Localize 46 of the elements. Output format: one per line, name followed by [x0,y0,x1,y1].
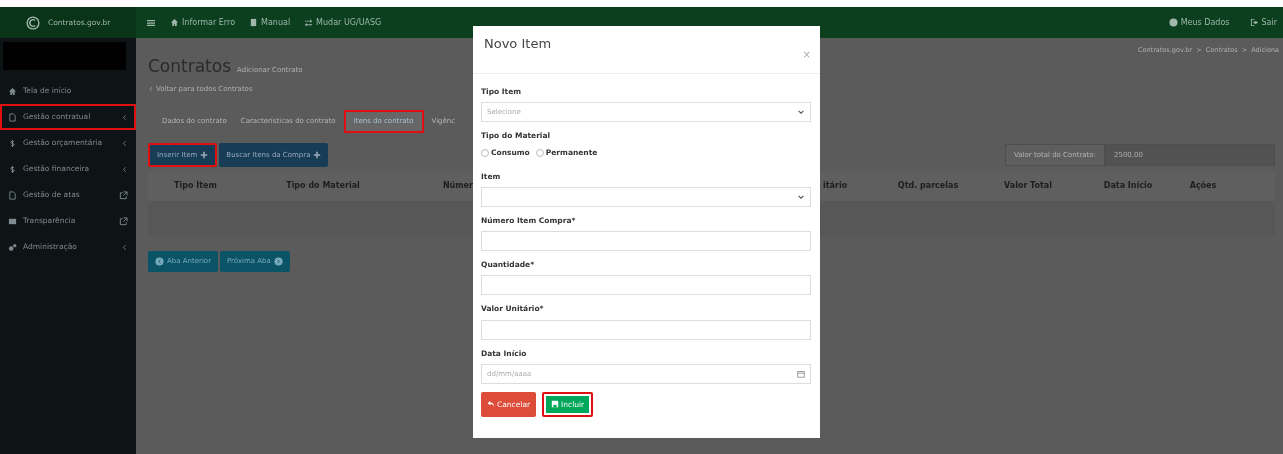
house-icon [170,18,179,27]
card-icon [8,216,17,226]
floppy-icon [551,400,560,409]
nav-link[interactable]: Informar Erro [170,16,236,29]
external-link-icon [119,190,128,200]
gears-icon [8,242,17,252]
caret-icon [797,108,805,117]
document-icon [8,190,17,200]
column-header: Ações [1188,180,1218,192]
modal-title: Novo Item [484,35,552,53]
dollar-icon [8,138,17,148]
column-header: Data Início [1102,180,1154,192]
column-header: Tipo do Material [285,180,361,192]
column-header: Valor Total [1003,180,1053,192]
house-icon [8,86,17,96]
arrow-right-icon [273,256,283,266]
nav-link[interactable]: Manual [249,16,291,29]
input-field[interactable] [481,231,811,251]
menu-icon[interactable] [146,17,156,28]
nav-link[interactable]: Mudar UG/UASG [304,16,382,29]
logo-icon [26,15,40,30]
book-icon [249,18,259,27]
external-link-icon [119,216,128,226]
nav-link[interactable]: Meus Dados [1168,16,1230,29]
chevron-icon [148,85,154,92]
chevron-icon [121,243,128,251]
chevron-icon [121,139,128,147]
select-field[interactable] [481,186,811,207]
input-field[interactable] [481,319,811,340]
column-header: Tipo Item [173,180,218,192]
plus-icon [313,150,322,159]
undo-icon [487,400,495,409]
column-header: itário [823,180,849,192]
column-header: Qtd. parcelas [896,180,960,192]
calendar-icon [797,369,805,378]
input-field[interactable] [481,275,811,296]
nav-link[interactable]: Sair [1249,16,1277,29]
dollar-icon [8,164,17,174]
chevron-icon [121,113,128,121]
column-header: Númer [441,180,473,192]
arrows-icon [304,18,314,27]
chevron-icon [121,165,128,173]
document-icon [8,112,17,122]
logout-icon [1249,18,1259,27]
arrow-left-icon [155,256,164,266]
plus-icon [200,150,209,159]
